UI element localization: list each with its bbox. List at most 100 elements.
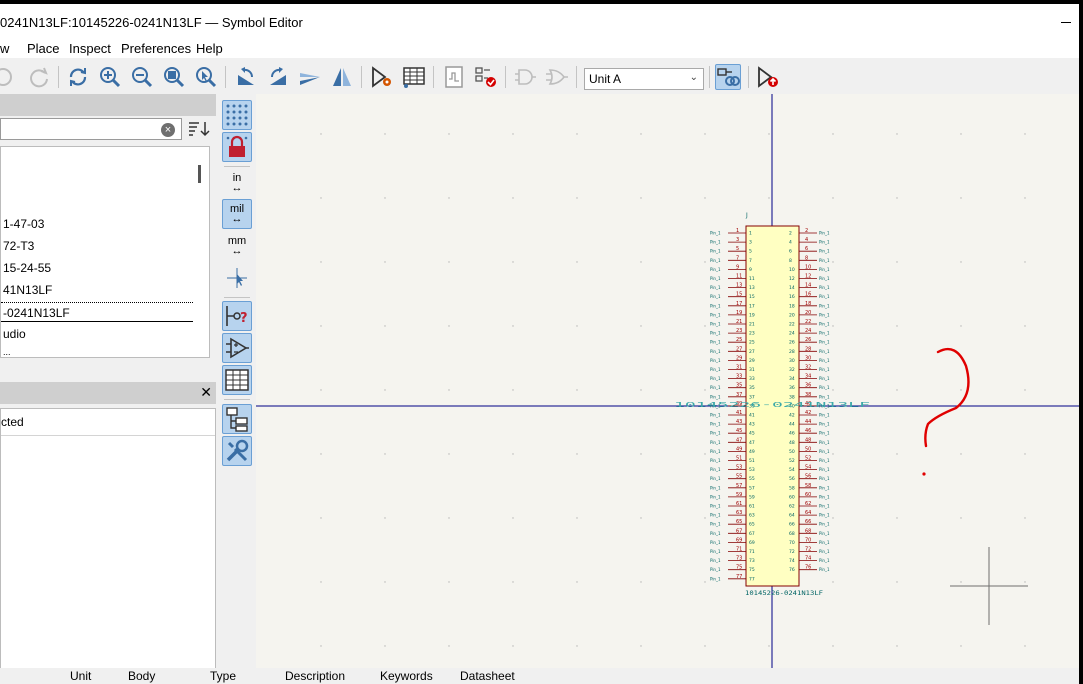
pin-inner-number: 42	[789, 413, 795, 419]
properties-content: cted	[0, 408, 216, 670]
zoom-out-icon[interactable]	[129, 64, 155, 90]
library-table-header: Unit Body Type Description Keywords Data…	[0, 668, 1079, 684]
menu-inspect[interactable]: Inspect	[69, 41, 111, 56]
close-icon[interactable]: ✕	[200, 384, 212, 401]
minimize-button[interactable]	[1061, 22, 1071, 23]
symbol-value[interactable]: 10145226-0241N13LF	[745, 589, 823, 597]
column-datasheet[interactable]: Datasheet	[460, 669, 515, 683]
column-description[interactable]: Description	[285, 669, 345, 683]
table-view-icon[interactable]	[222, 365, 252, 395]
tree-vertical-scrollbar[interactable]	[198, 165, 201, 183]
clear-search-icon[interactable]: ×	[161, 123, 175, 137]
pin-name: Pin_1	[710, 394, 721, 399]
update-symbol-icon[interactable]	[755, 64, 781, 90]
pin-name: Pin_1	[710, 567, 721, 572]
tree-item[interactable]: 15-24-55	[1, 258, 51, 278]
pin-number: 42	[805, 410, 811, 416]
column-unit[interactable]: Unit	[70, 669, 91, 683]
redo-icon[interactable]	[26, 64, 52, 90]
tree-item[interactable]: 41N13LF	[1, 280, 52, 300]
sort-icon[interactable]	[186, 118, 212, 140]
pin-inner-number: 2	[789, 231, 792, 237]
menu-help[interactable]: Help	[196, 41, 223, 56]
column-body[interactable]: Body	[128, 669, 155, 683]
pin-number: 6	[805, 246, 808, 252]
pin-name: Pin_1	[819, 385, 830, 390]
pin-name: Pin_1	[819, 240, 830, 245]
properties-panel-header: ✕	[0, 382, 216, 404]
alternate-graphic-icon[interactable]	[222, 333, 252, 363]
symbol-center-field[interactable]: 10145226-0241N13LF	[674, 401, 870, 409]
symbol-checker-icon[interactable]	[473, 64, 499, 90]
pin-inner-number: 67	[749, 531, 755, 537]
unit-mils-button[interactable]: mil ↔	[222, 199, 252, 229]
pin-inner-number: 11	[749, 276, 755, 282]
zoom-fit-icon[interactable]	[161, 64, 187, 90]
pin-number: 34	[805, 374, 811, 380]
pin-inner-number: 37	[749, 394, 755, 400]
unit-select[interactable]: Unit A ⌄	[584, 68, 704, 90]
pin-name: Pin_1	[819, 549, 830, 554]
undo-icon[interactable]	[0, 64, 16, 90]
svg-text:?: ?	[240, 311, 248, 326]
pin-inner-number: 28	[789, 349, 795, 355]
symbol-properties-icon[interactable]	[369, 64, 395, 90]
simulation-model-icon[interactable]	[441, 64, 467, 90]
hierarchy-navigator-icon[interactable]	[222, 404, 252, 434]
cursor-crosshair-icon[interactable]	[222, 263, 252, 293]
pin-name: Pin_1	[819, 485, 830, 490]
column-type[interactable]: Type	[210, 669, 236, 683]
mirror-horizontal-icon[interactable]	[329, 64, 355, 90]
mirror-vertical-icon[interactable]	[297, 64, 323, 90]
pin-name: Pin_1	[819, 476, 830, 481]
column-keywords[interactable]: Keywords	[380, 669, 433, 683]
pin-name: Pin_1	[710, 376, 721, 381]
library-tree[interactable]: 1-47-03 72-T3 15-24-55 41N13LF -0241N13L…	[0, 146, 210, 358]
tree-item[interactable]: ...	[1, 342, 11, 357]
library-search-input[interactable]: ×	[0, 118, 182, 140]
rotate-cw-icon[interactable]	[265, 64, 291, 90]
pin-number: 29	[736, 355, 742, 361]
zoom-selection-icon[interactable]	[193, 64, 219, 90]
pin-number: 1	[736, 228, 739, 234]
pin-name: Pin_1	[710, 358, 721, 363]
menu-view[interactable]: w	[0, 41, 9, 56]
zoom-in-icon[interactable]	[97, 64, 123, 90]
pin-number: 53	[736, 465, 742, 471]
refresh-icon[interactable]	[65, 64, 91, 90]
de-morgan-alternate-icon[interactable]	[544, 64, 570, 90]
grid-toggle-icon[interactable]	[222, 100, 252, 130]
connector-symbol[interactable]: 1Pin_1 13Pin_1 35Pin_1 57Pin_1 79Pin_1 911Pin…	[674, 212, 870, 597]
pin-inner-number: 12	[789, 276, 795, 282]
tree-item[interactable]: udio	[1, 324, 26, 344]
sync-pins-icon[interactable]	[715, 64, 741, 90]
grid-lock-icon[interactable]	[222, 132, 252, 162]
pin-number: 73	[736, 556, 742, 562]
tree-item-selected[interactable]: -0241N13LF	[1, 302, 193, 322]
pin-number: 68	[805, 528, 811, 534]
schematic-canvas[interactable]: 1 Pin_1 1 3 Pin_1 3 5 Pin_1 5 7 Pin_1 7 9 Pin_1 9 11 Pin…	[256, 94, 1079, 672]
de-morgan-standard-icon[interactable]	[512, 64, 538, 90]
symbol-reference[interactable]: J	[745, 212, 748, 219]
pin-inner-number: 58	[789, 485, 795, 491]
pin-inner-number: 33	[749, 376, 755, 382]
pin-name: Pin_1	[710, 440, 721, 445]
pin-name: Pin_1	[819, 267, 830, 272]
pin-number: 48	[805, 437, 811, 443]
chevron-down-icon: ⌄	[689, 72, 698, 83]
menu-preferences[interactable]: Preferences	[121, 41, 191, 56]
pin-number: 28	[805, 346, 811, 352]
pin-name: Pin_1	[710, 285, 721, 290]
tree-item[interactable]: 1-47-03	[1, 214, 44, 234]
tree-item[interactable]: 72-T3	[1, 236, 34, 256]
tools-icon[interactable]	[222, 436, 252, 466]
pin-inner-number: 47	[749, 440, 755, 446]
pin-table-icon[interactable]	[401, 64, 427, 90]
menu-place[interactable]: Place	[27, 41, 60, 56]
pin-inner-number: 73	[749, 558, 755, 564]
pin-type-icon[interactable]: ?	[222, 301, 252, 331]
pin-number: 33	[736, 374, 742, 380]
rotate-ccw-icon[interactable]	[233, 64, 259, 90]
unit-inches-button[interactable]: in ↔	[222, 168, 252, 198]
unit-mm-button[interactable]: mm ↔	[222, 231, 252, 261]
